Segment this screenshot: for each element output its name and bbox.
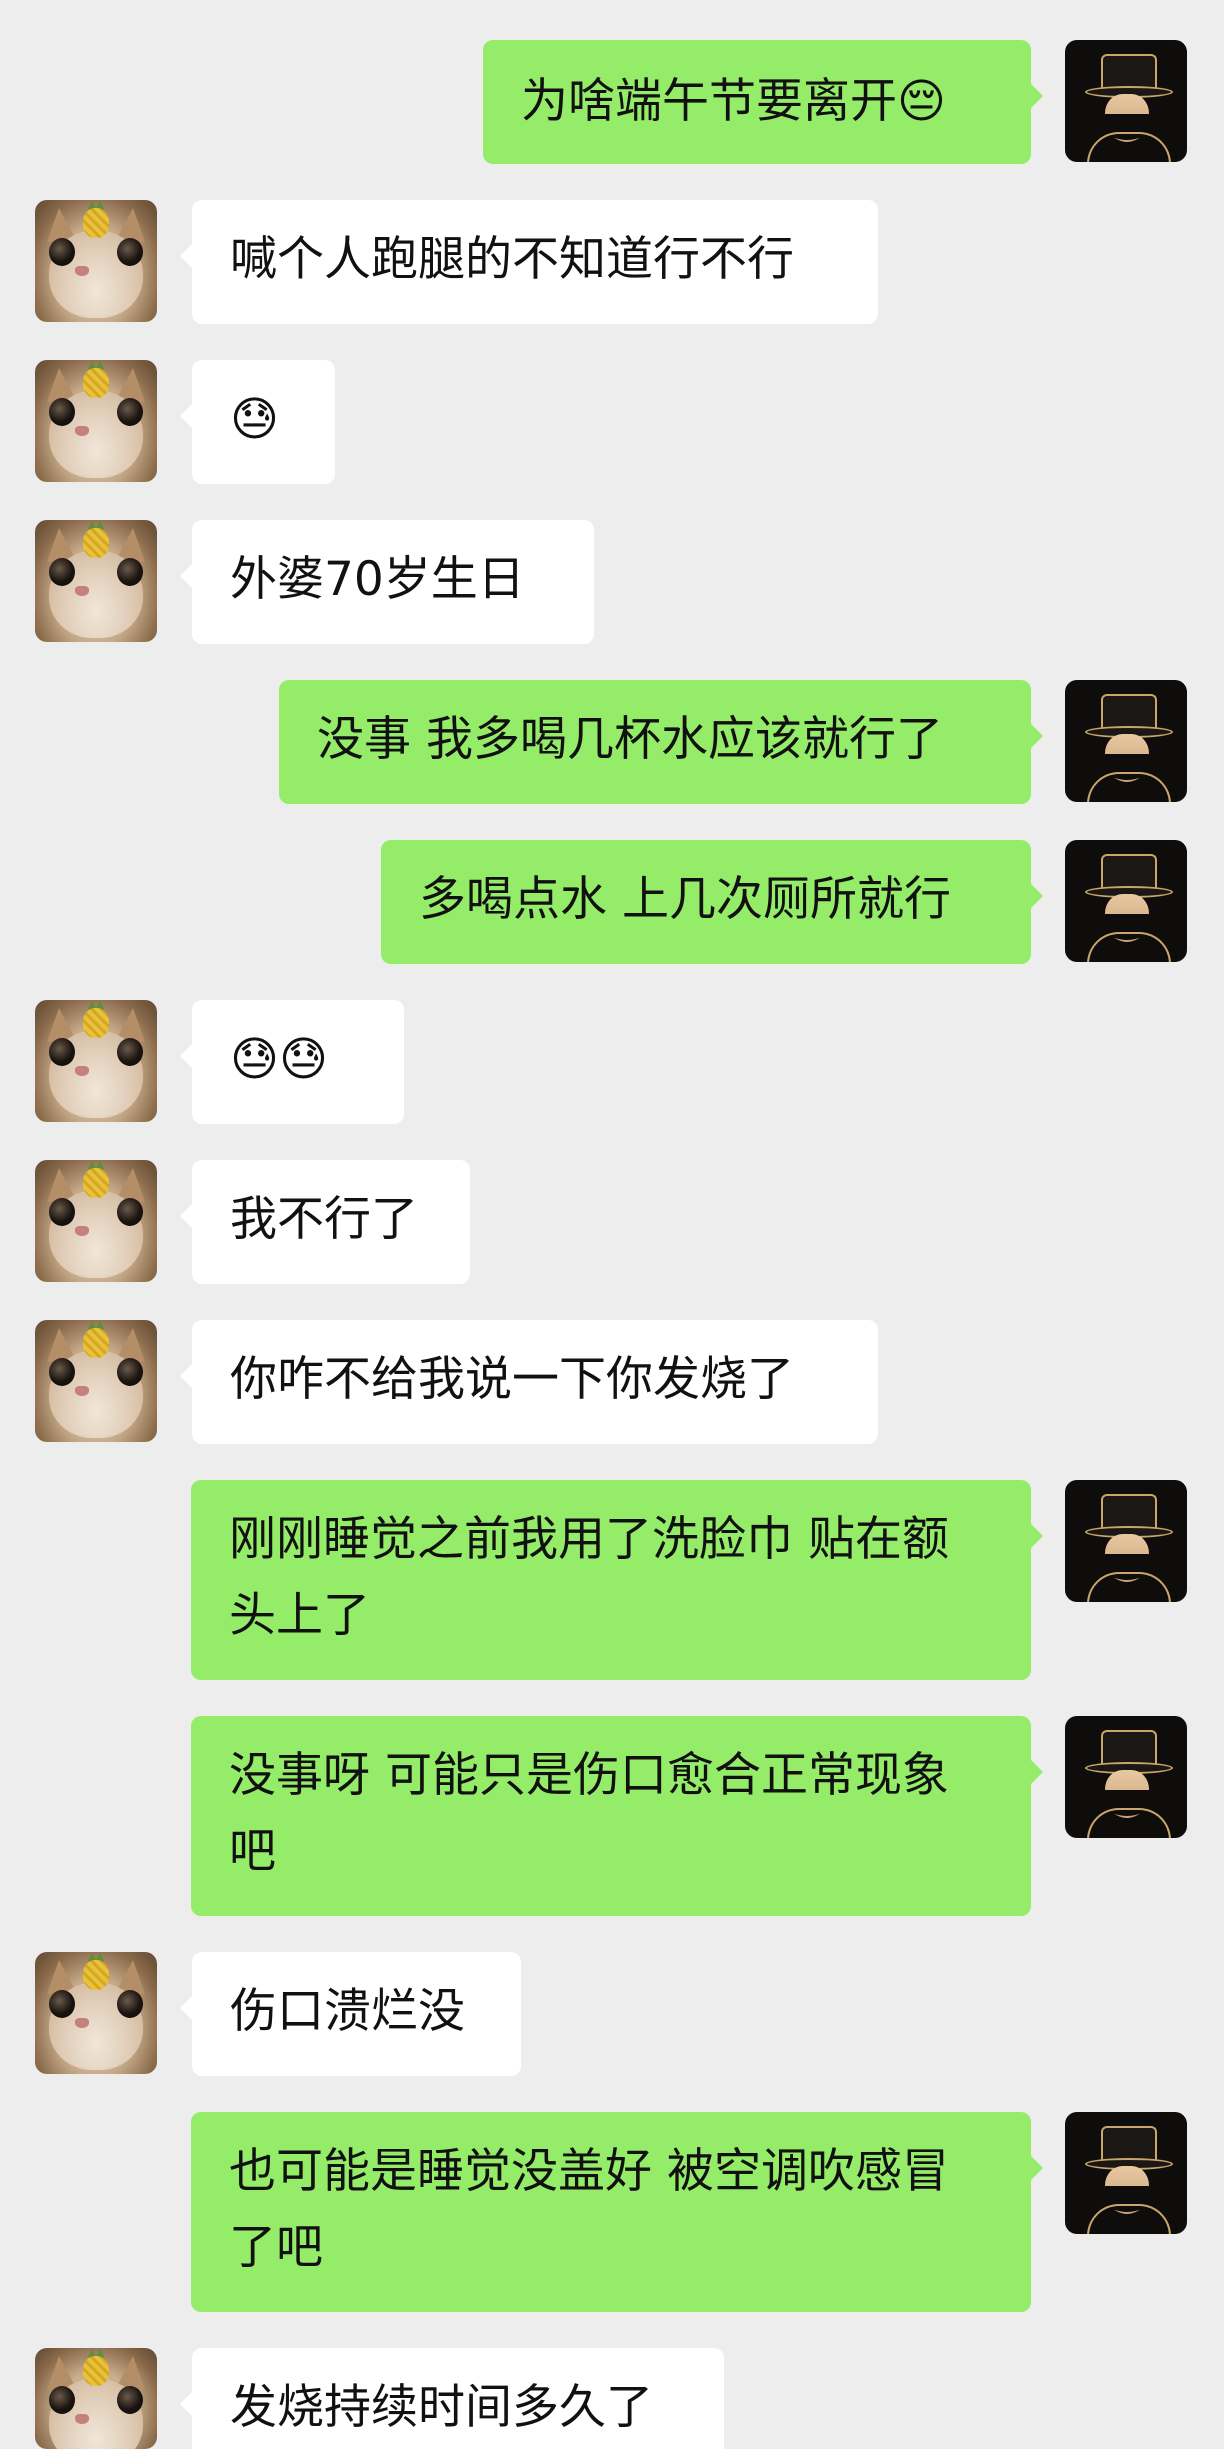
message-bubble-sent[interactable]: 为啥端午节要离开😔 [483,40,1043,164]
contact-avatar-icon[interactable] [35,1000,157,1122]
contact-avatar-icon[interactable] [35,520,157,642]
message-bubble-received[interactable]: 😓 [180,360,335,484]
self-avatar-icon[interactable] [1065,840,1187,962]
message-bubble-sent[interactable]: 多喝点水 上几次厕所就行 [381,840,1043,964]
contact-avatar-icon[interactable] [35,1160,157,1282]
message-bubble-received[interactable]: 发烧持续时间多久了 [180,2348,724,2449]
self-avatar-icon[interactable] [1065,2112,1187,2234]
message-bubble-received[interactable]: 伤口溃烂没 [180,1952,521,2076]
self-avatar-icon[interactable] [1065,1716,1187,1838]
chat-message-list[interactable]: 为啥端午节要离开😔 喊个人跑腿的不知道行不行 😓 外婆70岁生日 没事 我多喝几… [0,0,1224,2449]
message-bubble-sent[interactable]: 也可能是睡觉没盖好 被空调吹感冒了吧 [191,2112,1043,2312]
contact-avatar-icon[interactable] [35,360,157,482]
self-avatar-icon[interactable] [1065,1480,1187,1602]
contact-avatar-icon[interactable] [35,2348,157,2449]
self-avatar-icon[interactable] [1065,680,1187,802]
message-bubble-received[interactable]: 你咋不给我说一下你发烧了 [180,1320,878,1444]
message-bubble-received[interactable]: 😓😓 [180,1000,404,1124]
message-bubble-sent[interactable]: 刚刚睡觉之前我用了洗脸巾 贴在额头上了 [191,1480,1043,1680]
contact-avatar-icon[interactable] [35,1952,157,2074]
message-bubble-received[interactable]: 喊个人跑腿的不知道行不行 [180,200,878,324]
message-bubble-received[interactable]: 外婆70岁生日 [180,520,594,644]
message-bubble-sent[interactable]: 没事呀 可能只是伤口愈合正常现象吧 [191,1716,1043,1916]
message-bubble-received[interactable]: 我不行了 [180,1160,470,1284]
self-avatar-icon[interactable] [1065,40,1187,162]
message-bubble-sent[interactable]: 没事 我多喝几杯水应该就行了 [279,680,1043,804]
contact-avatar-icon[interactable] [35,200,157,322]
contact-avatar-icon[interactable] [35,1320,157,1442]
